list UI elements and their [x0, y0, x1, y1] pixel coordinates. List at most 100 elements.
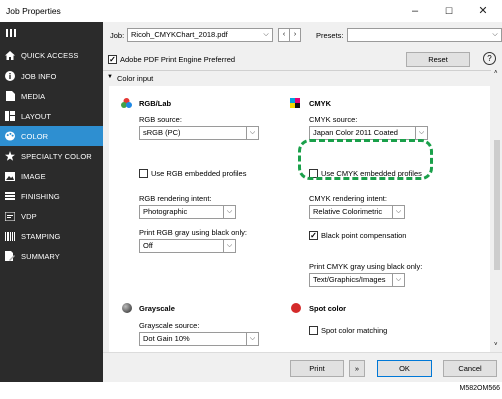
sidebar-item-image[interactable]: IMAGE — [0, 166, 103, 186]
grayscale-source-select[interactable]: Dot Gain 10% ⌵ — [139, 332, 259, 346]
job-toolbar: Job: Ricoh_CMYKChart_2018.pdf ⌵ ‹ › Pres… — [103, 22, 502, 48]
sidebar-item-specialty-color[interactable]: SPECIALTY COLOR — [0, 146, 103, 166]
sidebar-item-label: STAMPING — [21, 231, 61, 241]
figure-caption: M582OM566 — [459, 385, 500, 392]
sidebar-item-label: SUMMARY — [21, 251, 60, 261]
close-button[interactable]: ✕ — [466, 2, 500, 20]
finishing-icon — [5, 191, 15, 201]
home-icon — [5, 50, 15, 60]
layout-icon — [5, 111, 15, 121]
sidebar-item-label: SPECIALTY COLOR — [21, 151, 92, 161]
color-input-panel: RGB/Lab RGB source: sRGB (PC) ⌵ Use RGB … — [109, 86, 490, 352]
rgb-gray-label: Print RGB gray using black only: — [139, 228, 247, 237]
print-button[interactable]: Print — [290, 360, 344, 377]
sidebar-item-vdp[interactable]: VDP — [0, 206, 103, 226]
cmyk-gray-label: Print CMYK gray using black only: — [309, 262, 423, 271]
menu-icon[interactable] — [6, 29, 16, 37]
reset-button[interactable]: Reset — [406, 52, 470, 67]
rgb-intent-label: RGB rendering intent: — [139, 194, 212, 203]
job-select-value: Ricoh_CMYKChart_2018.pdf — [131, 30, 228, 39]
section-color-input: Color input — [117, 74, 154, 83]
sidebar-item-label: JOB INFO — [21, 71, 57, 81]
sidebar-item-job-info[interactable]: JOB INFO — [0, 66, 103, 86]
presets-label: Presets: — [316, 31, 344, 40]
scroll-down-icon[interactable]: ˅ — [494, 342, 498, 348]
ok-button[interactable]: OK — [377, 360, 432, 377]
sidebar-item-label: MEDIA — [21, 91, 46, 101]
job-label: Job: — [110, 31, 125, 40]
chevron-down-icon: ⌵ — [392, 206, 404, 218]
spot-color-heading: Spot color — [309, 304, 347, 313]
help-icon[interactable]: ? — [483, 52, 496, 65]
sidebar-item-label: LAYOUT — [21, 111, 52, 121]
spot-matching-checkbox[interactable] — [309, 326, 318, 335]
spot-matching-label: Spot color matching — [321, 326, 388, 335]
sidebar-item-label: COLOR — [21, 131, 49, 141]
scrollbar-thumb[interactable] — [494, 140, 500, 270]
sidebar-item-quick-access[interactable]: QUICK ACCESS — [0, 45, 103, 65]
sidebar-item-finishing[interactable]: FINISHING — [0, 186, 103, 206]
chevron-down-icon: ⌵ — [415, 127, 427, 139]
sidebar-item-label: IMAGE — [21, 171, 46, 181]
highlight-callout — [298, 139, 433, 180]
job-select[interactable]: Ricoh_CMYKChart_2018.pdf ⌵ — [127, 28, 273, 42]
rgb-intent-value: Photographic — [143, 207, 188, 216]
stamping-icon — [5, 231, 15, 241]
rgb-gray-select[interactable]: Off ⌵ — [139, 239, 236, 253]
black-point-label: Black point compensation — [321, 231, 407, 240]
collapse-arrow-icon[interactable]: ▼ — [107, 74, 113, 80]
presets-select[interactable]: ⌵ — [347, 28, 502, 42]
sidebar-item-color[interactable]: COLOR — [0, 126, 103, 146]
sidebar-item-label: QUICK ACCESS — [21, 50, 79, 60]
sidebar: QUICK ACCESS JOB INFO MEDIA LAYOUT COLOR — [0, 22, 103, 382]
spot-color-icon — [291, 303, 301, 313]
more-options-button[interactable]: » — [349, 360, 365, 377]
dialog-footer: Print » OK Cancel — [103, 352, 502, 382]
black-point-checkbox[interactable]: ✓ — [309, 231, 318, 240]
sidebar-item-summary[interactable]: SUMMARY — [0, 246, 103, 266]
next-job-button[interactable]: › — [289, 28, 301, 42]
job-properties-window: Job Properties – ☐ ✕ QUICK ACCESS JOB IN… — [0, 0, 502, 382]
cmyk-intent-select[interactable]: Relative Colorimetric ⌵ — [309, 205, 405, 219]
adobe-pdf-checkbox[interactable]: ✓ — [108, 55, 117, 64]
sidebar-item-media[interactable]: MEDIA — [0, 86, 103, 106]
minimize-button[interactable]: – — [398, 2, 432, 20]
grayscale-icon — [122, 303, 132, 313]
palette-icon — [5, 131, 15, 141]
cmyk-icon — [290, 98, 300, 108]
media-icon — [5, 91, 15, 101]
sidebar-item-layout[interactable]: LAYOUT — [0, 106, 103, 126]
image-icon — [5, 171, 15, 181]
chevron-down-icon: ⌵ — [246, 333, 258, 345]
sidebar-item-label: FINISHING — [21, 191, 60, 201]
cancel-button[interactable]: Cancel — [443, 360, 497, 377]
chevron-down-icon: ⌵ — [223, 240, 235, 252]
scroll-up-icon[interactable]: ˄ — [494, 70, 498, 76]
cmyk-heading: CMYK — [309, 99, 332, 108]
rgb-gray-value: Off — [143, 241, 153, 250]
adobe-pdf-label: Adobe PDF Print Engine Preferred — [120, 55, 236, 64]
divider — [103, 70, 491, 71]
rgb-source-value: sRGB (PC) — [143, 128, 181, 137]
grayscale-source-value: Dot Gain 10% — [143, 334, 190, 343]
cmyk-intent-label: CMYK rendering intent: — [309, 194, 387, 203]
rgb-embedded-checkbox[interactable] — [139, 169, 148, 178]
summary-icon — [5, 251, 15, 261]
rgb-heading: RGB/Lab — [139, 99, 172, 108]
rgb-embedded-label: Use RGB embedded profiles — [151, 169, 247, 178]
chevron-down-icon: ⌵ — [263, 31, 269, 38]
grayscale-heading: Grayscale — [139, 304, 175, 313]
rgb-source-select[interactable]: sRGB (PC) ⌵ — [139, 126, 259, 140]
cmyk-source-select[interactable]: Japan Color 2011 Coated ⌵ — [309, 126, 428, 140]
rgb-intent-select[interactable]: Photographic ⌵ — [139, 205, 236, 219]
cmyk-intent-value: Relative Colorimetric — [313, 207, 383, 216]
cmyk-gray-select[interactable]: Text/Graphics/Images ⌵ — [309, 273, 405, 287]
rgb-icon — [121, 98, 132, 108]
maximize-button[interactable]: ☐ — [432, 2, 466, 20]
sidebar-item-stamping[interactable]: STAMPING — [0, 226, 103, 246]
chevron-down-icon: ⌵ — [246, 127, 258, 139]
sidebar-item-label: VDP — [21, 211, 37, 221]
cmyk-source-label: CMYK source: — [309, 115, 358, 124]
rgb-source-label: RGB source: — [139, 115, 182, 124]
vertical-scrollbar[interactable]: ˄ ˅ — [492, 70, 502, 352]
